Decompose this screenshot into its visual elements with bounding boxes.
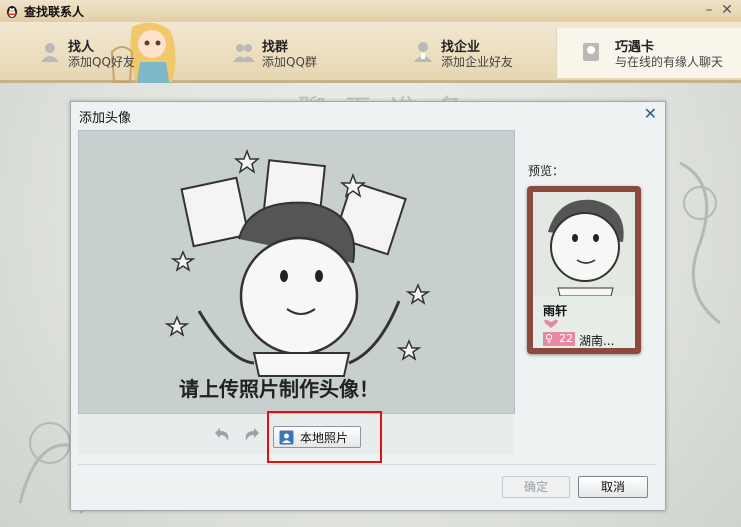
- close-icon[interactable]: ✕: [644, 104, 657, 123]
- rotate-right-icon[interactable]: [242, 427, 260, 443]
- highlight-box: [267, 411, 382, 463]
- confirm-button[interactable]: 确定: [502, 476, 570, 498]
- qq-penguin-icon: [7, 6, 17, 18]
- card-location: 湖南...: [579, 334, 615, 348]
- cancel-button[interactable]: 取消: [578, 476, 648, 498]
- avatar-preview-card: 雨轩 ♀ 22 湖南...: [527, 186, 641, 354]
- tab-find-group[interactable]: 找群 添加QQ群: [232, 28, 362, 78]
- tab-encounter-card[interactable]: 巧遇卡 与在线的有缘人聊天: [556, 28, 741, 78]
- tab-subtitle: 与在线的有缘人聊天: [615, 55, 724, 69]
- window-title: 查找联系人: [24, 5, 85, 19]
- person-icon: [41, 43, 59, 62]
- rotate-left-icon[interactable]: [214, 427, 232, 443]
- enterprise-icon: [414, 42, 432, 62]
- category-header: 找人 添加QQ好友 找群 添加QQ群 找企业 添加企业好友 巧遇卡 与在线的有缘…: [0, 22, 741, 100]
- card-inner: 雨轩 ♀ 22 湖南...: [533, 192, 635, 348]
- card-icon: [583, 43, 599, 61]
- female-icon: ♀: [545, 332, 554, 345]
- divider: [78, 464, 656, 465]
- add-avatar-dialog: 添加头像 ✕ 请上传照片制作头像！ 本地照片 预览： 雨轩 ♀ 22 湖南...…: [70, 101, 666, 511]
- heart-icon: [544, 319, 558, 328]
- tab-subtitle: 添加QQ群: [262, 55, 317, 69]
- close-window-button[interactable]: ✕: [719, 2, 735, 18]
- upload-placeholder-illustration: 请上传照片制作头像！: [164, 148, 431, 401]
- tab-find-people[interactable]: 找人 添加QQ好友: [38, 28, 158, 78]
- age-badge: ♀ 22: [543, 332, 575, 346]
- title-bar: 查找联系人 – ✕: [0, 0, 741, 22]
- dialog-title: 添加头像: [79, 111, 132, 126]
- minimize-button[interactable]: –: [701, 2, 717, 18]
- card-age: 22: [559, 332, 573, 345]
- card-name: 雨轩: [543, 304, 568, 318]
- tab-find-enterprise[interactable]: 找企业 添加企业好友: [411, 28, 551, 78]
- preview-avatar-image: [533, 192, 635, 297]
- preview-label: 预览：: [528, 164, 565, 178]
- tab-subtitle: 添加QQ好友: [68, 55, 135, 69]
- group-icon: [233, 44, 255, 62]
- tab-subtitle: 添加企业好友: [441, 55, 514, 69]
- photo-upload-area[interactable]: 请上传照片制作头像！: [78, 130, 515, 414]
- upload-prompt-text: 请上传照片制作头像！: [179, 377, 379, 401]
